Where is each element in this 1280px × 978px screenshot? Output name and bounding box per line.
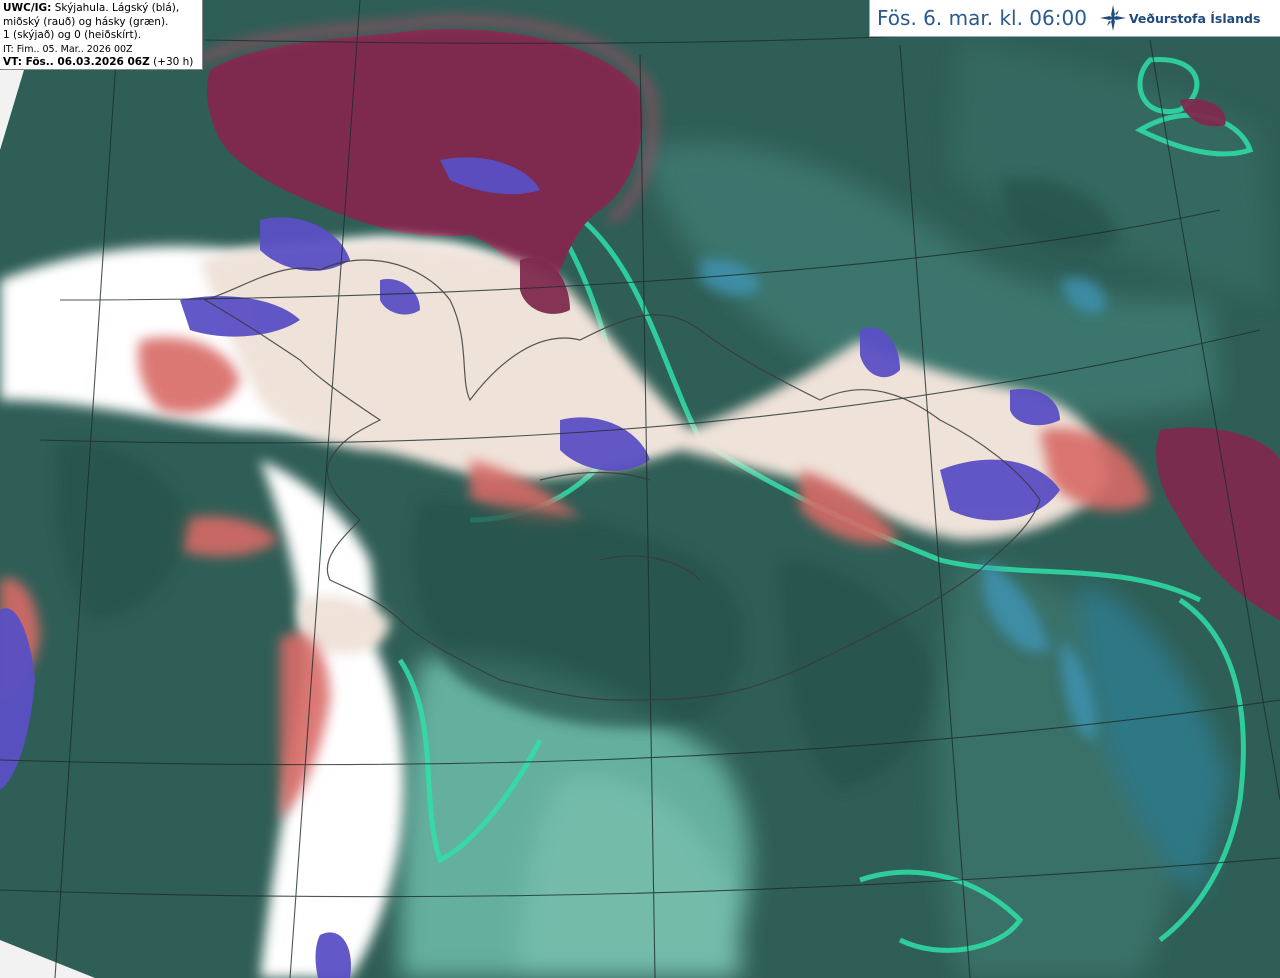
legend-description-2: miðský (rauð) og hásky (græn). — [3, 15, 169, 28]
legend-description-3: 1 (skýjað) og 0 (heiðskírt). — [3, 29, 142, 42]
legend-description-1: Skýjahula. Lágský (blá), — [54, 2, 180, 14]
legend-lead-time: (+30 h) — [153, 56, 194, 69]
legend-initial-time: IT: Fim.. 05. Mar.. 2026 00Z — [3, 43, 133, 55]
logo-text: Veðurstofa Íslands — [1128, 10, 1261, 26]
header-panel: Fös. 6. mar. kl. 06:00 Veðurstofa Ísland… — [869, 0, 1280, 37]
legend-valid-time-line: VT: Fös.. 06.03.2026 06Z (+30 h) — [3, 56, 199, 70]
vedurstofa-logo: Veðurstofa Íslands — [1099, 4, 1260, 32]
legend-line-1: UWC/IG: Skýjahula. Lágský (blá), — [3, 2, 199, 16]
vedurstofa-logo-icon — [1099, 5, 1126, 31]
legend-panel: UWC/IG: Skýjahula. Lágský (blá), miðský … — [0, 0, 203, 70]
cloud-cover-map — [0, 0, 1280, 978]
valid-time-title: Fös. 6. mar. kl. 06:00 — [877, 6, 1087, 30]
legend-code: UWC/IG: — [3, 2, 52, 14]
legend-valid-time: VT: Fös.. 06.03.2026 06Z — [3, 56, 150, 69]
